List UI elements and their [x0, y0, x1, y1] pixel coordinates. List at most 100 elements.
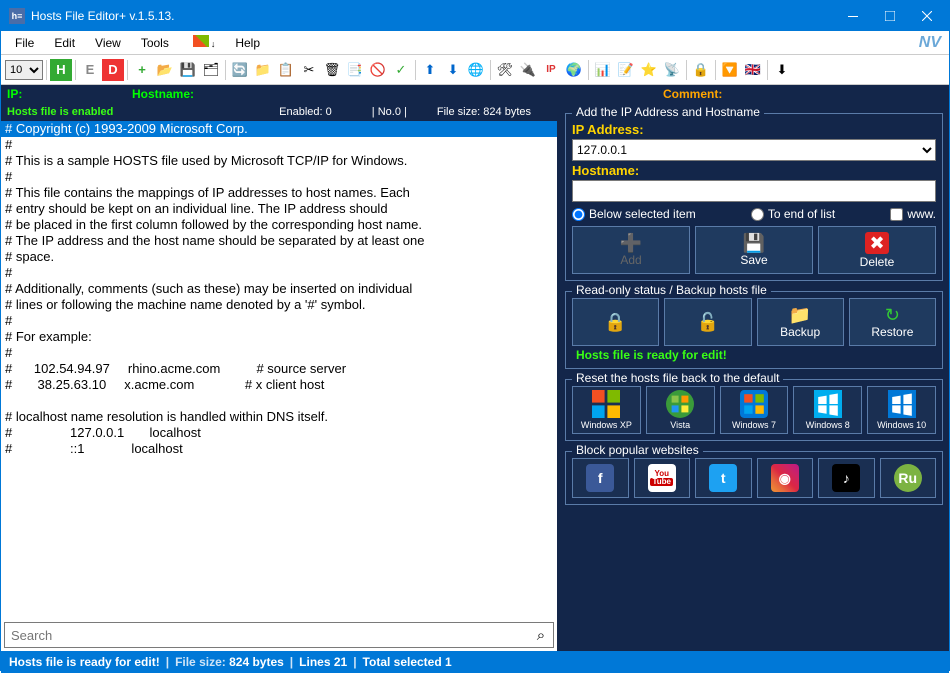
lock-red-button[interactable]: 🔒: [572, 298, 659, 346]
editor-line[interactable]: # lines or following the machine name de…: [1, 297, 557, 313]
hostname-label: Hostname:: [572, 163, 936, 178]
reset-win8-button[interactable]: Windows 8: [793, 386, 862, 434]
hosts-editor[interactable]: # Copyright (c) 1993-2009 Microsoft Corp…: [1, 121, 557, 619]
ready-status: Hosts file is ready for edit!: [576, 348, 936, 362]
toolbar: 10 H E D + 📂 💾 🗂 🔄 📁 📋 ✂ 🗑 📑 🚫 ✓ ⬆ ⬇ 🌐 🛠…: [1, 55, 949, 85]
tb-cut-icon[interactable]: ✂: [298, 59, 320, 81]
editor-line[interactable]: # The IP address and the host name shoul…: [1, 233, 557, 249]
opt-below-selected[interactable]: Below selected item: [572, 207, 696, 221]
search-input[interactable]: [5, 628, 529, 643]
editor-line[interactable]: #: [1, 169, 557, 185]
backup-button[interactable]: 📁Backup: [757, 298, 844, 346]
font-size-select[interactable]: 10: [5, 60, 43, 80]
editor-line[interactable]: # This file contains the mappings of IP …: [1, 185, 557, 201]
tb-ping-icon[interactable]: 📡: [661, 59, 683, 81]
tb-open-icon[interactable]: 📂: [154, 59, 176, 81]
block-tiktok-button[interactable]: ♪: [818, 458, 875, 498]
tb-update-icon[interactable]: ⬇: [771, 59, 793, 81]
block-youtube-button[interactable]: YouTube: [634, 458, 691, 498]
block-facebook-button[interactable]: f: [572, 458, 629, 498]
editor-line[interactable]: #: [1, 313, 557, 329]
editor-line[interactable]: # 127.0.0.1 localhost: [1, 425, 557, 441]
tb-h-icon[interactable]: H: [50, 59, 72, 81]
tb-net-icon[interactable]: 🔌: [517, 59, 539, 81]
editor-line[interactable]: # ::1 localhost: [1, 441, 557, 457]
tb-chart-icon[interactable]: 📊: [592, 59, 614, 81]
save-button[interactable]: 💾Save: [695, 226, 813, 274]
menu-flag[interactable]: ↓: [179, 32, 226, 53]
group-add-title: Add the IP Address and Hostname: [572, 105, 764, 119]
win7-icon: [740, 390, 768, 418]
editor-line[interactable]: # 38.25.63.10 x.acme.com # x client host: [1, 377, 557, 393]
title-bar: h≡ Hosts File Editor+ v.1.5.13.: [1, 1, 949, 31]
tb-down-icon[interactable]: ⬇: [442, 59, 464, 81]
editor-line[interactable]: # localhost name resolution is handled w…: [1, 409, 557, 425]
editor-line[interactable]: # space.: [1, 249, 557, 265]
editor-line[interactable]: # entry should be kept on an individual …: [1, 201, 557, 217]
tb-flush-icon[interactable]: 🛠: [494, 59, 516, 81]
tb-data-icon[interactable]: 🗂: [200, 59, 222, 81]
tb-filter-icon[interactable]: 🔽: [719, 59, 741, 81]
tb-clipboard-icon[interactable]: 📋: [275, 59, 297, 81]
tb-trash-icon[interactable]: 🗑: [321, 59, 343, 81]
menu-view[interactable]: View: [85, 33, 131, 53]
tb-note-icon[interactable]: 📝: [615, 59, 637, 81]
opt-end-of-list[interactable]: To end of list: [751, 207, 835, 221]
editor-line[interactable]: #: [1, 345, 557, 361]
block-rutube-button[interactable]: Ru: [880, 458, 937, 498]
tb-save-icon[interactable]: 💾: [177, 59, 199, 81]
delete-button[interactable]: ✖Delete: [818, 226, 936, 274]
reset-vista-button[interactable]: Vista: [646, 386, 715, 434]
tb-disable-icon[interactable]: D: [102, 59, 124, 81]
menu-edit[interactable]: Edit: [44, 33, 85, 53]
editor-line[interactable]: # For example:: [1, 329, 557, 345]
editor-line[interactable]: # Additionally, comments (such as these)…: [1, 281, 557, 297]
reset-win10-button[interactable]: Windows 10: [867, 386, 936, 434]
editor-line[interactable]: [1, 393, 557, 409]
editor-line[interactable]: #: [1, 265, 557, 281]
reset-winxp-button[interactable]: Windows XP: [572, 386, 641, 434]
menu-tools[interactable]: Tools: [131, 33, 179, 53]
editor-line[interactable]: # 102.54.94.97 rhino.acme.com # source s…: [1, 361, 557, 377]
tb-folder-icon[interactable]: 📁: [252, 59, 274, 81]
tb-lang-icon[interactable]: 🇬🇧: [742, 59, 764, 81]
lock-open-button[interactable]: 🔓: [664, 298, 751, 346]
win10-icon: [888, 390, 916, 418]
block-twitter-button[interactable]: t: [695, 458, 752, 498]
tb-block-icon[interactable]: 🚫: [367, 59, 389, 81]
file-status-line: Hosts file is enabled Enabled: 0 | No.0 …: [1, 103, 557, 121]
add-button[interactable]: ➕Add: [572, 226, 690, 274]
editor-line[interactable]: # Copyright (c) 1993-2009 Microsoft Corp…: [1, 121, 557, 137]
editor-line[interactable]: # This is a sample HOSTS file used by Mi…: [1, 153, 557, 169]
close-button[interactable]: [904, 1, 949, 31]
app-icon: h≡: [9, 8, 25, 24]
editor-line[interactable]: #: [1, 137, 557, 153]
tb-world-icon[interactable]: 🌍: [563, 59, 585, 81]
tb-globe-icon[interactable]: 🌐: [465, 59, 487, 81]
restore-button[interactable]: ↻Restore: [849, 298, 936, 346]
tb-ip-icon[interactable]: IP: [540, 59, 562, 81]
tb-star-icon[interactable]: ⭐: [638, 59, 660, 81]
menu-file[interactable]: File: [5, 33, 44, 53]
reset-win7-button[interactable]: Windows 7: [720, 386, 789, 434]
tb-check-icon[interactable]: ✓: [390, 59, 412, 81]
editor-line[interactable]: # be placed in the first column followed…: [1, 217, 557, 233]
right-pane: Add the IP Address and Hostname IP Addre…: [559, 103, 949, 651]
menu-help[interactable]: Help: [225, 33, 270, 53]
search-icon[interactable]: ⌕: [529, 627, 553, 644]
tb-refresh-icon[interactable]: 🔄: [229, 59, 251, 81]
hostname-input[interactable]: [572, 180, 936, 202]
winxp-icon: [592, 390, 620, 418]
tb-lock-icon[interactable]: 🔒: [690, 59, 712, 81]
tb-enable-icon[interactable]: E: [79, 59, 101, 81]
opt-www[interactable]: www.: [890, 207, 936, 221]
column-header: IP: Hostname: Comment:: [1, 85, 949, 103]
menu-bar: File Edit View Tools ↓ Help NV: [1, 31, 949, 55]
tb-up-icon[interactable]: ⬆: [419, 59, 441, 81]
tb-add-icon[interactable]: +: [131, 59, 153, 81]
block-instagram-button[interactable]: ◉: [757, 458, 814, 498]
tiktok-icon: ♪: [832, 464, 860, 492]
tb-export-icon[interactable]: 📑: [344, 59, 366, 81]
chevron-down-icon: ↓: [211, 39, 216, 49]
ip-address-input[interactable]: 127.0.0.1: [572, 139, 936, 161]
